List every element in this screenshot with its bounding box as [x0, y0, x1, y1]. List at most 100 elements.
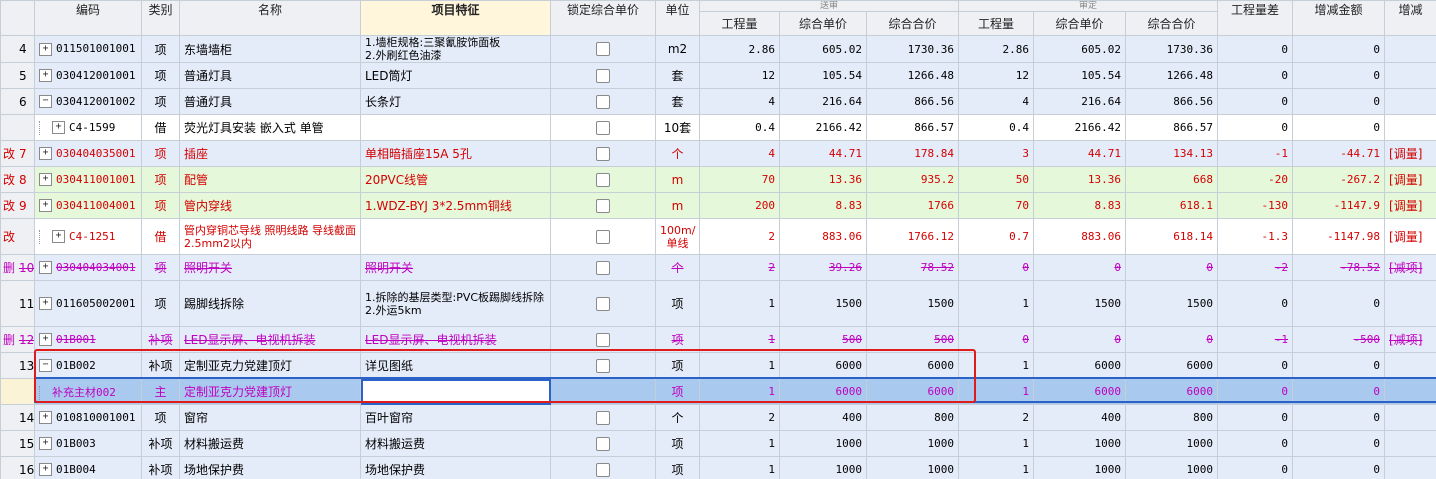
- table-row[interactable]: 补充主材002 主定制亚克力党建顶灯项 1 6000 6000 1 6000 6000 0 0: [0, 378, 1436, 405]
- header-qty-diff[interactable]: 工程量差: [1217, 0, 1294, 36]
- table-row[interactable]: 14 +010810001001 项窗帘 百叶窗帘个 2 400 800 2 400 800 0 0: [0, 404, 1436, 431]
- lock-price-checkbox[interactable]: [596, 146, 610, 161]
- lock-price-checkbox[interactable]: [596, 198, 610, 213]
- price-submitted-cell[interactable]: 883.06: [779, 218, 867, 255]
- unit-cell[interactable]: m: [655, 192, 700, 219]
- name-cell[interactable]: 东墙墙柜: [179, 35, 361, 63]
- amount-diff-cell[interactable]: 0: [1292, 456, 1386, 479]
- price-approved-cell[interactable]: 44.71: [1033, 140, 1127, 167]
- amount-diff-cell[interactable]: 0: [1292, 404, 1386, 431]
- amount-diff-cell[interactable]: -78.52: [1292, 254, 1386, 281]
- price-approved-cell[interactable]: 605.02: [1033, 35, 1127, 63]
- price-approved-cell[interactable]: 13.36: [1033, 166, 1127, 193]
- total-approved-cell[interactable]: 1266.48: [1125, 62, 1219, 89]
- lock-price-checkbox[interactable]: [596, 68, 610, 83]
- row-header[interactable]: 删 10: [0, 254, 35, 281]
- header-category[interactable]: 类别: [141, 0, 180, 36]
- qty-approved-cell[interactable]: 12: [958, 62, 1035, 89]
- lock-price-checkbox[interactable]: [596, 332, 610, 347]
- name-cell[interactable]: 配管: [179, 166, 361, 193]
- amount-diff-cell[interactable]: 0: [1292, 280, 1386, 327]
- adjust-note-cell[interactable]: [调量]: [1384, 166, 1436, 193]
- total-approved-cell[interactable]: 134.13: [1125, 140, 1219, 167]
- table-row[interactable]: 15 +01B003 补项 材料搬运费 材料搬运费项 1 1000 1000 1 1000 1000…: [0, 430, 1436, 457]
- unit-cell[interactable]: 套: [655, 62, 700, 89]
- row-header[interactable]: [0, 378, 35, 405]
- price-submitted-cell[interactable]: 13.36: [779, 166, 867, 193]
- name-cell[interactable]: 荧光灯具安装 嵌入式 单管: [179, 114, 361, 141]
- qty-diff-cell[interactable]: 0: [1217, 62, 1294, 89]
- category-cell[interactable]: 项: [141, 88, 180, 115]
- qty-submitted-cell[interactable]: 1: [699, 326, 780, 353]
- row-header[interactable]: 14: [0, 404, 35, 431]
- qty-approved-cell[interactable]: 0.4: [958, 114, 1035, 141]
- expand-icon[interactable]: +: [39, 437, 52, 451]
- price-approved-cell[interactable]: 6000: [1033, 378, 1127, 405]
- qty-diff-cell[interactable]: -2: [1217, 254, 1294, 281]
- price-submitted-cell[interactable]: 105.54: [779, 62, 867, 89]
- amount-diff-cell[interactable]: 0: [1292, 378, 1386, 405]
- row-header[interactable]: 16: [0, 456, 35, 479]
- unit-cell[interactable]: 个: [655, 140, 700, 167]
- table-row[interactable]: 6−030412001002 项普通灯具 长条灯套 4 216.64 866.56 4 216…: [0, 88, 1436, 115]
- row-header[interactable]: 改9: [0, 192, 35, 219]
- adjust-note-cell[interactable]: [调量]: [1384, 192, 1436, 219]
- price-submitted-cell[interactable]: 6000: [779, 352, 867, 379]
- table-row[interactable]: 4 +011501001001 项东墙墙柜 1.墙柜规格:三聚氰胺饰面板 2.外刷红色…: [0, 35, 1436, 63]
- price-approved-cell[interactable]: 1000: [1033, 430, 1127, 457]
- category-cell[interactable]: 补项: [141, 456, 180, 479]
- amount-diff-cell[interactable]: 0: [1292, 35, 1386, 63]
- unit-cell[interactable]: 个: [655, 254, 700, 281]
- expand-icon[interactable]: +: [52, 121, 65, 134]
- total-approved-cell[interactable]: 800: [1125, 404, 1219, 431]
- table-row[interactable]: + C4-1599 借荧光灯具安装 嵌入式 单管 10套 0.4 2166.42 866.5…: [0, 114, 1436, 141]
- lock-price-cell[interactable]: [550, 166, 656, 193]
- row-header[interactable]: 11: [0, 280, 35, 327]
- row-header[interactable]: 改7: [0, 140, 35, 167]
- name-cell[interactable]: 材料搬运费: [179, 430, 361, 457]
- total-submitted-cell[interactable]: 1500: [865, 280, 960, 327]
- expand-icon[interactable]: +: [52, 230, 65, 243]
- total-submitted-cell[interactable]: 1730.36: [865, 35, 960, 63]
- amount-diff-cell[interactable]: -1147.9: [1292, 192, 1386, 219]
- total-submitted-cell[interactable]: 500: [865, 326, 960, 353]
- category-cell[interactable]: 补项: [141, 430, 180, 457]
- header-unit[interactable]: 单位: [655, 0, 700, 36]
- total-approved-cell[interactable]: 0: [1125, 254, 1219, 281]
- row-header[interactable]: 13: [0, 352, 35, 379]
- header-price-submitted[interactable]: 综合单价: [779, 11, 867, 36]
- header-total-submitted[interactable]: 综合合价: [865, 11, 960, 36]
- qty-diff-cell[interactable]: -20: [1217, 166, 1294, 193]
- spec-cell[interactable]: 20PVC线管: [360, 166, 551, 193]
- price-approved-cell[interactable]: 400: [1033, 404, 1127, 431]
- unit-cell[interactable]: 项: [655, 280, 700, 327]
- code-cell[interactable]: +030404034001: [34, 254, 142, 281]
- qty-approved-cell[interactable]: 0: [958, 254, 1035, 281]
- name-cell[interactable]: 插座: [179, 140, 361, 167]
- category-cell[interactable]: 项: [141, 192, 180, 219]
- lock-price-cell[interactable]: [550, 280, 656, 327]
- category-cell[interactable]: 项: [141, 62, 180, 89]
- row-header[interactable]: [0, 114, 35, 141]
- name-cell[interactable]: LED显示屏、电视机拆装: [179, 326, 361, 353]
- lock-price-cell[interactable]: [550, 114, 656, 141]
- qty-approved-cell[interactable]: 4: [958, 88, 1035, 115]
- expand-icon[interactable]: +: [39, 147, 52, 161]
- unit-cell[interactable]: 项: [655, 456, 700, 479]
- qty-diff-cell[interactable]: -1: [1217, 326, 1294, 353]
- table-row[interactable]: 16 +01B004 补项 场地保护费 场地保护费项 1 1000 1000 1 1000 1000…: [0, 456, 1436, 479]
- spec-cell[interactable]: 1.拆除的基层类型:PVC板踢脚线拆除 2.外运5km: [360, 280, 551, 327]
- lock-price-checkbox[interactable]: [596, 120, 610, 135]
- code-cell[interactable]: +01B004: [34, 456, 142, 479]
- code-cell[interactable]: +01B001: [34, 326, 142, 353]
- category-cell[interactable]: 项: [141, 280, 180, 327]
- qty-diff-cell[interactable]: 0: [1217, 378, 1294, 405]
- name-cell[interactable]: 管内穿线: [179, 192, 361, 219]
- category-cell[interactable]: 项: [141, 254, 180, 281]
- qty-approved-cell[interactable]: 0.7: [958, 218, 1035, 255]
- header-amount-diff[interactable]: 增减金额: [1292, 0, 1386, 36]
- name-cell[interactable]: 普通灯具: [179, 62, 361, 89]
- spec-cell[interactable]: [360, 114, 551, 141]
- qty-approved-cell[interactable]: 70: [958, 192, 1035, 219]
- amount-diff-cell[interactable]: 0: [1292, 430, 1386, 457]
